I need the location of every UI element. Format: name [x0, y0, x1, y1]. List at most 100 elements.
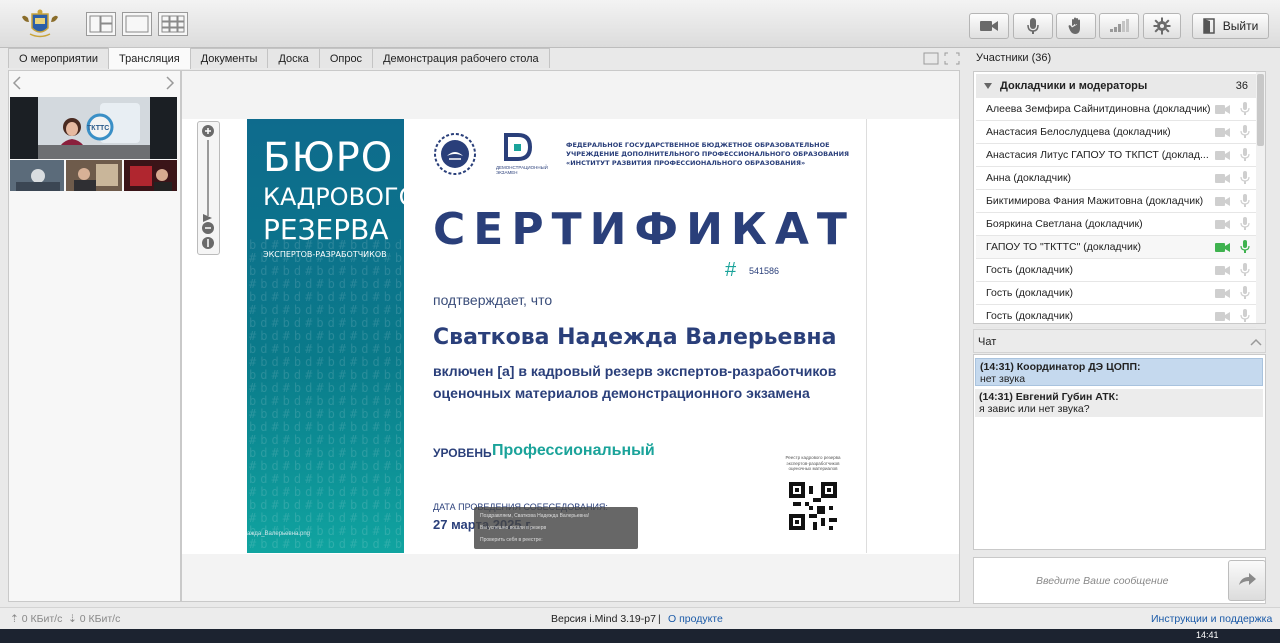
- group-count: 36: [1235, 80, 1248, 92]
- layout-tile-icon[interactable]: [158, 12, 188, 36]
- chat-message[interactable]: (14:31) Координатор ДЭ ЦОПП: нет звука: [975, 358, 1263, 386]
- participant-camera-icon[interactable]: [1212, 173, 1234, 184]
- participant-camera-icon[interactable]: [1212, 288, 1234, 299]
- download-arrow-icon: ⇣: [68, 613, 77, 625]
- microphone-button[interactable]: [1013, 13, 1053, 39]
- main-video-stream[interactable]: ТКТТС: [10, 97, 177, 159]
- level-label: УРОВЕНЬ: [433, 446, 492, 460]
- tab-about-event[interactable]: О мероприятии: [8, 48, 110, 68]
- band-subtitle: ЭКСПЕРТОВ-РАЗРАБОТЧИКОВ: [263, 250, 387, 259]
- participant-microphone-icon[interactable]: [1234, 171, 1256, 185]
- chat-header[interactable]: Чат: [973, 329, 1266, 353]
- band-pattern: bd#bd#bd#bd#bd# #bd#bd#bd#bd#bd bd#bd#bd…: [249, 238, 404, 551]
- participant-camera-icon[interactable]: [1212, 219, 1234, 230]
- certificate-text-line-2: оценочных материалов демонстрационного э…: [433, 385, 810, 401]
- participant-microphone-icon[interactable]: [1234, 102, 1256, 116]
- next-arrow-icon[interactable]: [165, 76, 175, 93]
- footer-separator: |: [658, 613, 661, 625]
- popup-line-3: Проверить себя в реестре:: [480, 537, 543, 543]
- raise-hand-button[interactable]: [1056, 13, 1096, 39]
- coat-of-arms-logo: [20, 8, 60, 40]
- participant-camera-icon[interactable]: [1212, 104, 1234, 115]
- participant-microphone-icon[interactable]: [1234, 217, 1256, 231]
- participant-camera-icon[interactable]: [1212, 242, 1234, 253]
- participant-row[interactable]: Анастасия Литус ГАПОУ ТО ТКПСТ (доклад..…: [976, 144, 1256, 167]
- upload-rate-value: 0 КБит/с: [21, 613, 63, 625]
- participant-row[interactable]: ГАПОУ ТО "ТКТТС" (докладчик): [976, 236, 1256, 259]
- video-thumbnail-1[interactable]: [10, 160, 64, 191]
- participant-microphone-icon[interactable]: [1234, 286, 1256, 300]
- tab-broadcast[interactable]: Трансляция: [108, 47, 191, 69]
- chat-input-placeholder[interactable]: Введите Ваше сообщение: [1036, 575, 1169, 587]
- band-title-2: КАДРОВОГО: [263, 183, 404, 211]
- participant-row[interactable]: Алеева Земфира Сайнитдиновна (докладчик): [976, 98, 1256, 121]
- group-label: Докладчики и модераторы: [1000, 80, 1148, 92]
- participant-microphone-icon[interactable]: [1234, 263, 1256, 277]
- video-thumbnail-2[interactable]: [66, 160, 122, 191]
- participant-camera-icon[interactable]: [1212, 265, 1234, 276]
- participant-row[interactable]: Гость (докладчик): [976, 282, 1256, 305]
- participant-row[interactable]: Анастасия Белослудцева (докладчик): [976, 121, 1256, 144]
- camera-button[interactable]: [969, 13, 1009, 39]
- layout-grid-icon[interactable]: [86, 12, 116, 36]
- participant-microphone-icon[interactable]: [1234, 309, 1256, 323]
- zoom-control[interactable]: [197, 121, 220, 255]
- demo-exam-logo: ДЕМОНСТРАЦИОННЫЙ ЭКЗАМЕН: [496, 132, 548, 175]
- participant-camera-icon[interactable]: [1212, 150, 1234, 161]
- participant-camera-icon[interactable]: [1212, 196, 1234, 207]
- send-message-button[interactable]: [1228, 560, 1266, 601]
- window-mode-icon[interactable]: [923, 52, 939, 68]
- participant-row[interactable]: Гость (докладчик): [976, 259, 1256, 282]
- connection-quality-button[interactable]: [1099, 13, 1139, 39]
- participant-microphone-icon[interactable]: [1234, 240, 1256, 254]
- gear-icon: [1153, 17, 1171, 35]
- demo-logo-text: ДЕМОНСТРАЦИОННЫЙ ЭКЗАМЕН: [496, 165, 548, 175]
- participant-camera-icon[interactable]: [1212, 127, 1234, 138]
- tab-documents[interactable]: Документы: [189, 48, 269, 68]
- participant-camera-icon[interactable]: [1212, 311, 1234, 322]
- settings-button[interactable]: [1143, 13, 1181, 39]
- participant-row[interactable]: Бояркина Светлана (докладчик): [976, 213, 1256, 236]
- certificate-number: 541586: [749, 266, 780, 276]
- recipient-name: Сваткова Надежда Валерьевна: [433, 325, 837, 350]
- upload-arrow-icon: ⇡: [10, 613, 19, 625]
- popup-line-1: Поздравляем, Сваткова Надежда Валерьевна…: [480, 513, 590, 519]
- participant-row[interactable]: Анна (докладчик): [976, 167, 1256, 190]
- previous-arrow-icon[interactable]: [12, 76, 22, 93]
- participants-title: Участники (36): [976, 52, 1052, 64]
- layout-single-icon[interactable]: [122, 12, 152, 36]
- certificate-body: ДЕМОНСТРАЦИОННЫЙ ЭКЗАМЕН ФЕДЕРАЛЬНОЕ ГОС…: [404, 119, 867, 553]
- taskbar-clock: 14:41: [1196, 630, 1219, 640]
- collapse-triangle-icon[interactable]: [984, 80, 992, 92]
- video-thumbnail-3[interactable]: [124, 160, 177, 191]
- participant-microphone-icon[interactable]: [1234, 148, 1256, 162]
- chat-message-text: нет звука: [980, 373, 1026, 385]
- participant-row[interactable]: Биктимирова Фания Мажитовна (докладчик): [976, 190, 1256, 213]
- participants-group-header[interactable]: Докладчики и модераторы 36: [976, 74, 1256, 98]
- notification-popup[interactable]: Поздравляем, Сваткова Надежда Валерьевна…: [474, 507, 638, 549]
- exit-button[interactable]: Выйти: [1192, 13, 1269, 39]
- participant-name: Анастасия Белослудцева (докладчик): [986, 126, 1171, 138]
- participant-microphone-icon[interactable]: [1234, 125, 1256, 139]
- tab-poll[interactable]: Опрос: [318, 48, 374, 68]
- chat-input-box[interactable]: Введите Ваше сообщение: [973, 557, 1266, 604]
- organization-name: ФЕДЕРАЛЬНОЕ ГОСУДАРСТВЕННОЕ БЮДЖЕТНОЕ ОБ…: [566, 141, 849, 168]
- collapse-chevron-icon[interactable]: [1250, 337, 1262, 349]
- institute-logo: [433, 132, 477, 179]
- exit-label: Выйти: [1222, 19, 1259, 33]
- participants-scroll-thumb[interactable]: [1257, 74, 1264, 146]
- about-product-link[interactable]: О продукте: [668, 613, 723, 625]
- fullscreen-icon[interactable]: [944, 52, 960, 68]
- level-value: Профессиональный: [492, 442, 655, 459]
- tab-desktop-sharing[interactable]: Демонстрация рабочего стола: [372, 48, 550, 68]
- chat-message[interactable]: (14:31) Евгений Губин АТК: я завис или н…: [975, 389, 1263, 417]
- chat-message-text: я завис или нет звука?: [979, 403, 1090, 415]
- help-link[interactable]: Инструкции и поддержка: [1151, 613, 1272, 625]
- microphone-icon: [1026, 17, 1040, 35]
- participant-microphone-icon[interactable]: [1234, 194, 1256, 208]
- tab-whiteboard[interactable]: Доска: [267, 48, 320, 68]
- participant-name: ГАПОУ ТО "ТКТТС" (докладчик): [986, 241, 1141, 253]
- participant-row[interactable]: Гость (докладчик): [976, 305, 1256, 328]
- participant-name: Анастасия Литус ГАПОУ ТО ТКПСТ (доклад..…: [986, 149, 1209, 161]
- chat-message-header: (14:31) Координатор ДЭ ЦОПП:: [980, 361, 1141, 373]
